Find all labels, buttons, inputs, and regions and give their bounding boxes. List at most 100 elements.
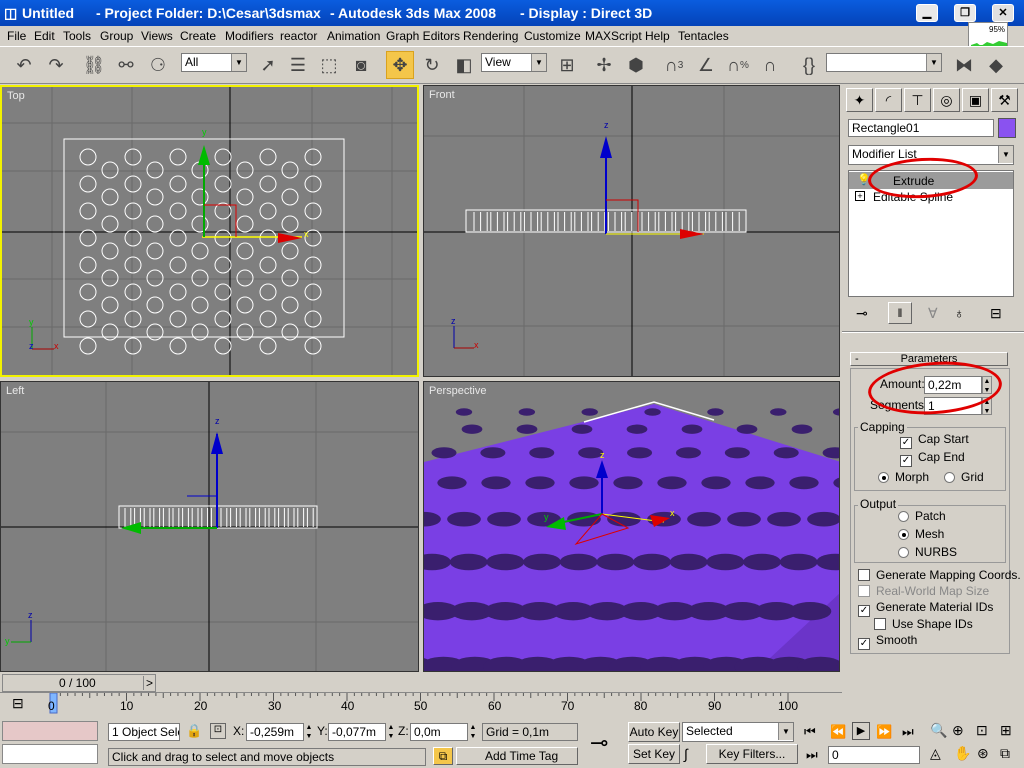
viewport-left-label[interactable]: Left	[6, 385, 24, 397]
object-color-swatch[interactable]	[998, 118, 1016, 138]
zoom-icon[interactable]: 🔍	[930, 722, 947, 739]
maximize-viewport-icon[interactable]: ⧉	[1000, 745, 1010, 762]
key-mode-icon[interactable]: ⏭	[806, 747, 818, 763]
x-spinner-icon[interactable]: ▲ ▼	[304, 723, 314, 741]
modify-tab-icon[interactable]: ◜	[875, 88, 902, 112]
key-selection-dropdown[interactable]: Selected ▼	[682, 722, 794, 742]
select-and-move-icon[interactable]: ✥	[386, 51, 414, 79]
menu-graph-editors[interactable]: Graph Editors	[386, 29, 460, 43]
menu-tentacles[interactable]: Tentacles	[678, 29, 729, 43]
set-key-button[interactable]: Set Key	[628, 744, 680, 764]
go-to-start-icon[interactable]: ⏮	[804, 724, 816, 740]
x-coord-input[interactable]: -0,259m	[246, 723, 304, 741]
keyboard-shortcut-icon[interactable]: ⬢	[622, 51, 650, 79]
viewport-top-label[interactable]: Top	[7, 90, 25, 102]
play-icon[interactable]: ▶	[852, 722, 870, 740]
pan-icon[interactable]: ✋	[954, 745, 971, 762]
z-spinner-icon[interactable]: ▲ ▼	[468, 723, 478, 741]
next-frame-icon[interactable]: ⏩	[876, 724, 892, 740]
menu-create[interactable]: Create	[180, 29, 216, 43]
menu-customize[interactable]: Customize	[524, 29, 581, 43]
menu-animation[interactable]: Animation	[327, 29, 380, 43]
generate-mapping-checkbox[interactable]: Generate Mapping Coords.	[858, 568, 1021, 582]
spinner-snap-icon[interactable]: ∩	[756, 51, 784, 79]
menu-views[interactable]: Views	[141, 29, 173, 43]
key-filters-button[interactable]: Key Filters...	[706, 744, 798, 764]
smooth-checkbox[interactable]: ✓ Smooth	[858, 633, 917, 650]
menu-reactor[interactable]: reactor	[280, 29, 317, 43]
object-name-field[interactable]: Rectangle01	[848, 119, 994, 137]
redo-icon[interactable]: ↷	[42, 51, 70, 79]
minimize-button[interactable]: ▁	[916, 4, 938, 22]
viewport-front[interactable]: z z x Front	[423, 85, 840, 377]
z-coord-input[interactable]: 0,0m	[410, 723, 468, 741]
y-spinner-icon[interactable]: ▲ ▼	[386, 723, 396, 741]
morph-radio[interactable]: Morph	[878, 470, 929, 484]
select-and-scale-icon[interactable]: ◧	[450, 51, 478, 79]
menu-file[interactable]: File	[7, 29, 26, 43]
adaptive-degradation-icon[interactable]: ⧉	[433, 747, 453, 765]
select-link-icon[interactable]: ⛓	[80, 51, 108, 79]
timeline-ruler[interactable]: ⊟ 0 10 20 30 40 50 60 70 80 90 100	[0, 692, 842, 718]
close-button[interactable]: ✕	[992, 4, 1014, 22]
display-tab-icon[interactable]: ▣	[962, 88, 989, 112]
maximize-button[interactable]: ❐	[954, 4, 976, 22]
named-selection-dropdown[interactable]: ▼	[826, 53, 942, 72]
snaps-toggle-icon[interactable]: ∩ 3	[660, 51, 688, 79]
window-crossing-icon[interactable]: ◙	[347, 51, 375, 79]
go-to-end-icon[interactable]: ⏭	[902, 724, 914, 740]
make-unique-icon[interactable]: ∀	[928, 305, 938, 322]
angle-snap-icon[interactable]: ∠	[692, 51, 720, 79]
select-object-icon[interactable]: ➚	[254, 51, 282, 79]
nurbs-radio[interactable]: NURBS	[898, 545, 957, 559]
generate-material-ids-checkbox[interactable]: ✓ Generate Material IDs	[858, 600, 993, 617]
time-slider[interactable]: 0 / 100 >	[2, 674, 156, 692]
select-by-name-icon[interactable]: ☰	[284, 51, 312, 79]
lock-selection-icon[interactable]: 🔒	[186, 723, 202, 739]
y-coord-input[interactable]: -0,077m	[328, 723, 386, 741]
remove-modifier-icon[interactable]: ♁	[954, 305, 965, 321]
undo-icon[interactable]: ↶	[10, 51, 38, 79]
viewport-perspective[interactable]: z x y Perspective	[423, 381, 840, 672]
menu-help[interactable]: Help	[645, 29, 670, 43]
arc-rotate-icon[interactable]: ⊛	[977, 745, 989, 762]
expand-plus-icon[interactable]: +	[855, 191, 865, 201]
cap-end-checkbox[interactable]: ✓ Cap End	[900, 450, 965, 467]
grid-radio[interactable]: Grid	[944, 470, 984, 484]
next-frame-arrow[interactable]: >	[143, 676, 155, 690]
use-shape-ids-checkbox[interactable]: Use Shape IDs	[874, 617, 973, 631]
pivot-center-icon[interactable]: ⊞	[553, 51, 581, 79]
mirror-icon[interactable]: ⧓	[950, 51, 978, 79]
menu-rendering[interactable]: Rendering	[463, 29, 518, 43]
create-tab-icon[interactable]: ✦	[846, 88, 873, 112]
field-of-view-icon[interactable]: ◬	[930, 745, 941, 762]
menu-modifiers[interactable]: Modifiers	[225, 29, 274, 43]
menu-tools[interactable]: Tools	[63, 29, 91, 43]
set-key-icon[interactable]: ⊸	[590, 730, 608, 756]
pin-stack-icon[interactable]: ⊸	[856, 305, 868, 322]
maxscript-input-mini[interactable]	[2, 744, 98, 764]
edit-named-selection-icon[interactable]: {}	[795, 51, 823, 79]
motion-tab-icon[interactable]: ◎	[933, 88, 960, 112]
hierarchy-tab-icon[interactable]: ⊤	[904, 88, 931, 112]
add-time-tag-button[interactable]: Add Time Tag	[456, 747, 578, 765]
reference-coordinate-dropdown[interactable]: View ▼	[481, 53, 547, 72]
current-frame-input[interactable]: 0	[828, 746, 920, 764]
select-and-rotate-icon[interactable]: ↻	[418, 51, 446, 79]
zoom-all-icon[interactable]: ⊕	[952, 722, 964, 739]
rectangular-selection-icon[interactable]: ⬚	[315, 51, 343, 79]
mesh-radio[interactable]: Mesh	[898, 527, 944, 541]
viewport-left[interactable]: z z y Left	[0, 381, 419, 672]
align-icon[interactable]: ◆	[982, 51, 1010, 79]
percent-snap-icon[interactable]: ∩%	[724, 51, 752, 79]
cap-start-checkbox[interactable]: ✓ Cap Start	[900, 432, 969, 449]
zoom-extents-all-icon[interactable]: ⊞	[1000, 722, 1012, 739]
configure-sets-icon[interactable]: ⊟	[990, 305, 1002, 322]
zoom-extents-icon[interactable]: ⊡	[976, 722, 988, 739]
menu-group[interactable]: Group	[100, 29, 133, 43]
auto-key-button[interactable]: Auto Key	[628, 722, 680, 742]
manipulate-icon[interactable]: ✢	[590, 51, 618, 79]
patch-radio[interactable]: Patch	[898, 509, 946, 523]
viewport-top[interactable]: x y y x z Top	[0, 85, 419, 377]
utilities-tab-icon[interactable]: ⚒	[991, 88, 1018, 112]
